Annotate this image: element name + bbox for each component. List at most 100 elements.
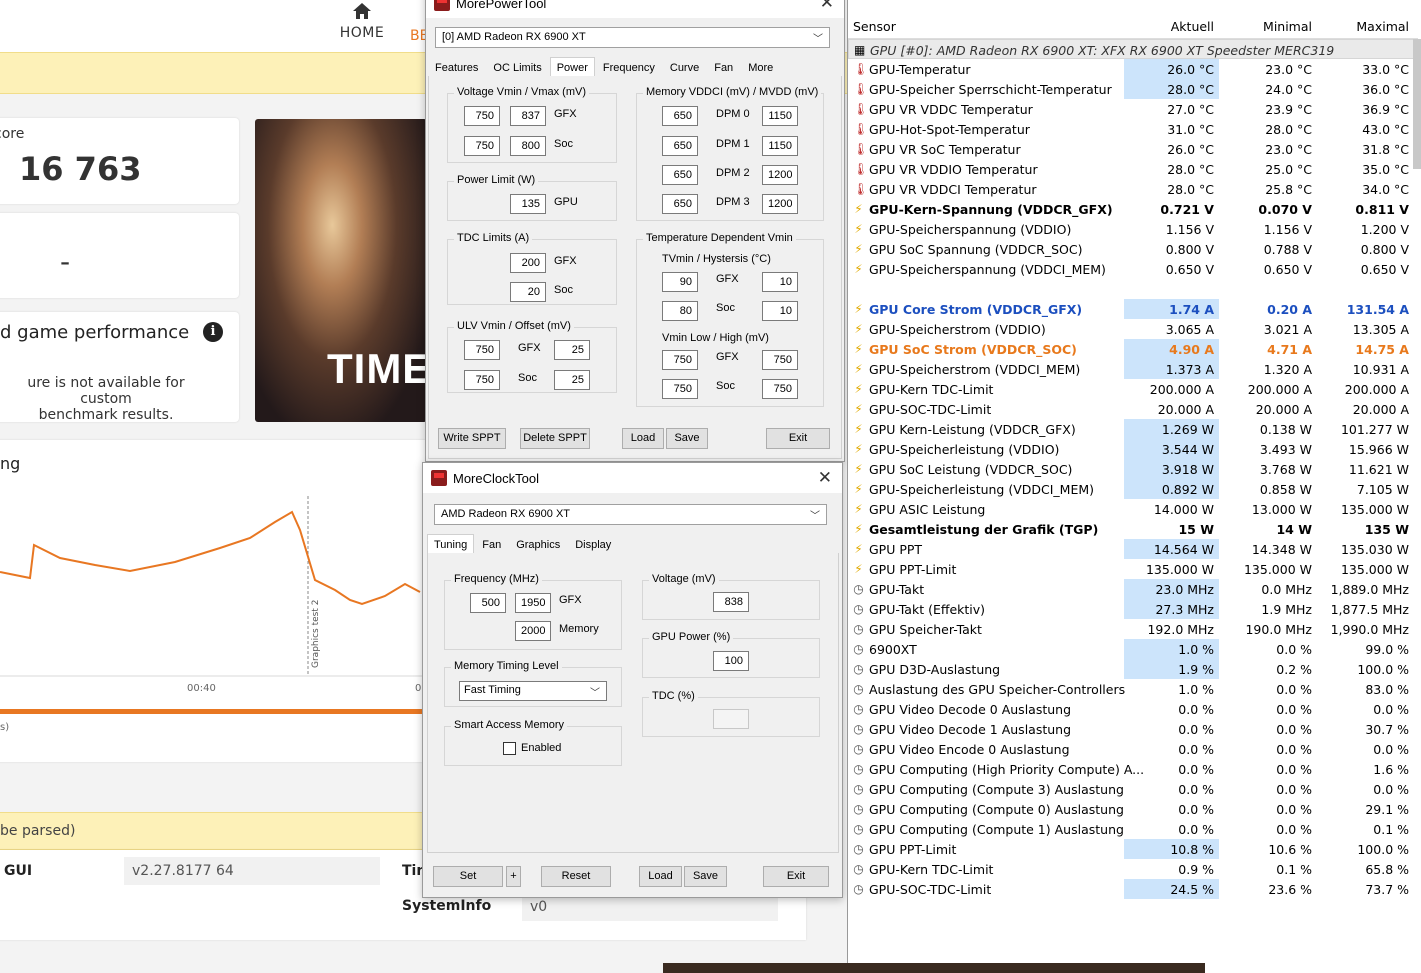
dpm2-vddci-input[interactable] [662,165,698,185]
col-current[interactable]: Aktuell [1124,19,1214,34]
dpm0-mvdd-input[interactable] [762,106,798,126]
tab-frequency[interactable]: Frequency [596,57,662,78]
sensor-row[interactable]: ◷ GPU Video Encode 0 Auslastung 0.0 % 0.0 %… [848,739,1418,759]
sensor-row[interactable]: ⚡ GPU Kern-Leistung (VDDCR_GFX) 1.269 W 0.1… [848,419,1418,439]
sensor-row[interactable]: ⚡ GPU-Kern TDC-Limit 200.000 A 200.000 A 200… [848,379,1418,399]
dpm1-vddci-input[interactable] [662,136,698,156]
sensor-row[interactable]: ⚡ GPU-Speicherspannung (VDDCI_MEM) 0.650 V… [848,259,1418,279]
freq-max-input[interactable] [515,593,551,613]
sensor-row[interactable]: ◷ 6900XT 1.0 % 0.0 % 99.0 % [848,639,1418,659]
plus-button[interactable]: + [506,866,521,887]
close-icon[interactable]: ✕ [820,0,834,13]
delete-sppt-button[interactable]: Delete SPPT [520,428,590,449]
sensor-row[interactable]: ◷ GPU Speicher-Takt 192.0 MHz 190.0 MHz 1,99… [848,619,1418,639]
dpm0-vddci-input[interactable] [662,106,698,126]
col-maximum[interactable]: Maximal [1314,19,1409,34]
sensor-row[interactable]: ⚡ GPU-SOC-TDC-Limit 20.000 A 20.000 A 20.000… [848,399,1418,419]
hysteresis-soc-input[interactable] [762,301,798,321]
sensor-row[interactable]: ⚡ GPU SoC Strom (VDDCR_SOC) 4.90 A 4.71 A 14… [848,339,1418,359]
sensor-row[interactable]: ◷ GPU Video Decode 1 Auslastung 0.0 % 0.0 %… [848,719,1418,739]
sensor-row[interactable]: ◷ GPU-Takt (Effektiv) 27.3 MHz 1.9 MHz 1,877… [848,599,1418,619]
dpm2-mvdd-input[interactable] [762,165,798,185]
tvmin-gfx-input[interactable] [662,272,698,292]
mct-save-button[interactable]: Save [684,866,727,887]
sensor-row[interactable]: ⚡ GPU ASIC Leistung 14.000 W 13.000 W 135.00… [848,499,1418,519]
mct-load-button[interactable]: Load [639,866,682,887]
morepowertool-titlebar[interactable]: MorePowerTool ✕ [426,0,844,18]
sensor-row[interactable]: ◷ GPU Computing (Compute 1) Auslastung 0.0… [848,819,1418,839]
reset-button[interactable]: Reset [541,866,611,887]
mpt-load-button[interactable]: Load [622,428,664,449]
sensor-row[interactable]: ⚡ GPU PPT 14.564 W 14.348 W 135.030 W [848,539,1418,559]
sensor-row[interactable]: ⚡ GPU-Speicherspannung (VDDIO) 1.156 V 1.15… [848,219,1418,239]
ulv-gfx-vmin-input[interactable] [464,340,500,360]
sensor-row[interactable]: ◷ GPU Computing (Compute 0) Auslastung 0.0… [848,799,1418,819]
tab-graphics[interactable]: Graphics [509,534,567,555]
sensor-row[interactable]: ◷ Auslastung des GPU Speicher-Controllers… [848,679,1418,699]
sensor-row[interactable]: ◷ GPU-Kern TDC-Limit 0.9 % 0.1 % 65.8 % [848,859,1418,879]
sensor-row[interactable]: ⚡ GPU Core Strom (VDDCR_GFX) 1.74 A 0.20 A 1… [848,299,1418,319]
sensor-row[interactable]: ⚡ GPU SoC Spannung (VDDCR_SOC) 0.800 V 0.78… [848,239,1418,259]
mpt-save-button[interactable]: Save [666,428,708,449]
sensor-row[interactable]: 🌡 GPU VR SoC Temperatur 26.0 °C 23.0 °C 31.8… [848,139,1418,159]
sensor-row[interactable]: 🌡 GPU-Hot-Spot-Temperatur 31.0 °C 28.0 °C 43… [848,119,1418,139]
power-limit-input[interactable] [510,194,546,214]
tdc-gfx-input[interactable] [510,253,546,273]
nav-home[interactable]: HOME [330,0,394,41]
dpm1-mvdd-input[interactable] [762,136,798,156]
info-icon[interactable]: i [203,322,223,342]
sensor-row[interactable]: ◷ GPU Computing (High Priority Compute) A… [848,759,1418,779]
sensor-row[interactable]: ◷ GPU PPT-Limit 10.8 % 10.6 % 100.0 % [848,839,1418,859]
sensor-row[interactable]: ◷ GPU-SOC-TDC-Limit 24.5 % 23.6 % 73.7 % [848,879,1418,899]
ulv-soc-offset-input[interactable] [554,370,590,390]
close-icon[interactable]: ✕ [818,468,832,488]
voltage-input[interactable] [713,592,749,612]
ulv-soc-vmin-input[interactable] [464,370,500,390]
mpt-device-select[interactable]: [0] AMD Radeon RX 6900 XT ﹀ [435,27,830,48]
tab-features[interactable]: Features [428,57,485,78]
freq-min-input[interactable] [470,593,506,613]
sam-enabled-checkbox[interactable] [503,742,516,755]
sensor-row[interactable]: ◷ GPU Computing (Compute 3) Auslastung 0.0… [848,779,1418,799]
col-minimum[interactable]: Minimal [1220,19,1312,34]
tab-display[interactable]: Display [568,534,618,555]
hwinfo-titlebar[interactable] [848,0,1421,13]
moreclocktool-titlebar[interactable]: MoreClockTool ✕ [423,463,842,493]
sensor-row[interactable]: 🌡 GPU VR VDDC Temperatur 27.0 °C 23.9 °C 36.… [848,99,1418,119]
soc-vmax-input[interactable] [510,136,546,156]
write-sppt-button[interactable]: Write SPPT [438,428,506,449]
sensor-row[interactable] [848,279,1418,299]
sensor-row[interactable]: ⚡ GPU PPT-Limit 135.000 W 135.000 W 135.000 … [848,559,1418,579]
soc-vmin-input[interactable] [464,136,500,156]
sensor-row[interactable]: ◷ GPU-Takt 23.0 MHz 0.0 MHz 1,889.0 MHz [848,579,1418,599]
tdc-soc-input[interactable] [510,282,546,302]
sensor-group-row[interactable]: ▦ GPU [#0]: AMD Radeon RX 6900 XT: XFX RX… [848,39,1418,59]
mct-device-select[interactable]: AMD Radeon RX 6900 XT ﹀ [434,504,827,525]
sensor-row[interactable]: ⚡ GPU-Speicherstrom (VDDCI_MEM) 1.373 A 1.3… [848,359,1418,379]
memory-timing-select[interactable]: Fast Timing ﹀ [459,681,607,701]
tab-fan[interactable]: Fan [475,534,508,555]
sensor-row[interactable]: ⚡ GPU-Speicherleistung (VDDCI_MEM) 0.892 W… [848,479,1418,499]
mpt-exit-button[interactable]: Exit [766,428,830,449]
tab-fan[interactable]: Fan [707,57,740,78]
mct-exit-button[interactable]: Exit [763,866,829,887]
vmin-low-gfx-input[interactable] [662,350,698,370]
sensor-row[interactable]: ⚡ GPU SoC Leistung (VDDCR_SOC) 3.918 W 3.76… [848,459,1418,479]
gfx-vmin-input[interactable] [464,106,500,126]
tab-more[interactable]: More [741,57,780,78]
sensor-row[interactable]: ⚡ GPU-Speicherleistung (VDDIO) 3.544 W 3.49… [848,439,1418,459]
vmin-high-soc-input[interactable] [762,379,798,399]
tvmin-soc-input[interactable] [662,301,698,321]
sensor-row[interactable]: ◷ GPU Video Decode 0 Auslastung 0.0 % 0.0 %… [848,699,1418,719]
hysteresis-gfx-input[interactable] [762,272,798,292]
vmin-low-soc-input[interactable] [662,379,698,399]
sensor-row[interactable]: ◷ GPU D3D-Auslastung 1.9 % 0.2 % 100.0 % [848,659,1418,679]
tab-curve[interactable]: Curve [663,57,706,78]
vertical-scrollbar-thumb[interactable] [1413,39,1421,169]
col-sensor[interactable]: Sensor [853,19,896,34]
freq-memory-input[interactable] [515,621,551,641]
sensor-row[interactable]: 🌡 GPU-Temperatur 26.0 °C 23.0 °C 33.0 °C [848,59,1418,79]
dpm3-vddci-input[interactable] [662,194,698,214]
tab-oc-limits[interactable]: OC Limits [486,57,548,78]
dpm3-mvdd-input[interactable] [762,194,798,214]
